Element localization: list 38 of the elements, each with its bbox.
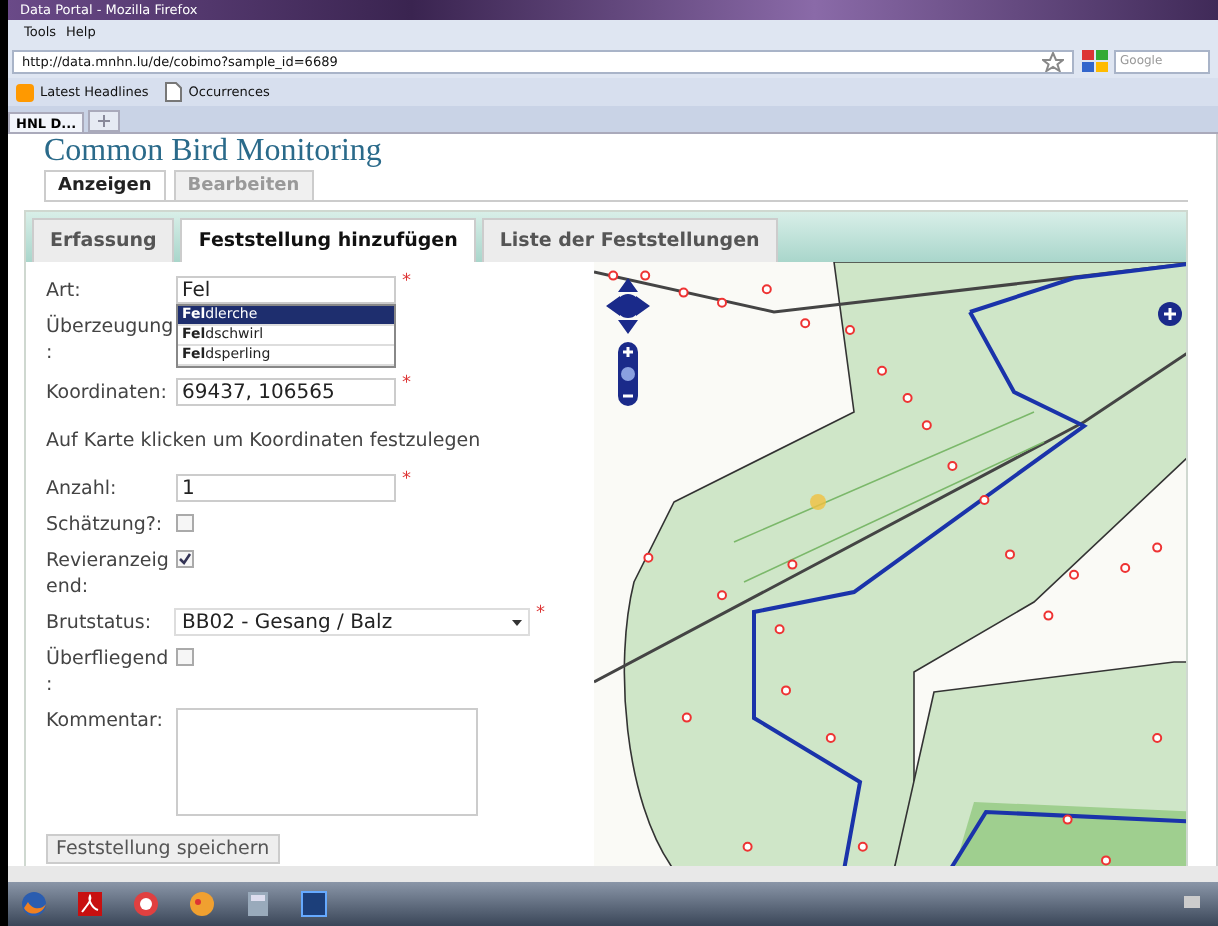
star-icon[interactable] <box>1042 51 1064 71</box>
required-mark: * <box>402 274 411 292</box>
field-label: Revieranzeigend: <box>46 548 171 600</box>
zoom-bar-icon[interactable] <box>618 342 638 406</box>
layer-switcher-icon[interactable] <box>1158 302 1182 326</box>
checkbox[interactable] <box>176 648 194 666</box>
required-mark: * <box>402 472 411 490</box>
tab[interactable]: Erfassung <box>32 218 175 262</box>
page-icon[interactable] <box>164 82 183 102</box>
field-label: Anzahl: <box>46 476 119 502</box>
checkbox[interactable] <box>176 514 194 532</box>
field-label: Brutstatus: <box>46 610 154 636</box>
calculator-icon[interactable] <box>244 890 272 918</box>
tab[interactable]: Anzeigen <box>44 170 166 200</box>
comment-field[interactable] <box>176 708 478 816</box>
tab[interactable]: Feststellung hinzufügen <box>180 218 476 262</box>
text-field[interactable]: 1 <box>176 474 396 502</box>
save-button[interactable]: Feststellung speichern <box>46 834 280 864</box>
required-mark: * <box>536 606 545 624</box>
tab[interactable]: Liste der Feststellungen <box>481 218 778 262</box>
page-heading: Common Bird Monitoring <box>44 134 382 168</box>
checkbox[interactable] <box>176 550 194 568</box>
instruction-text: Auf Karte klicken um Koordinaten festzulegen <box>46 428 481 456</box>
required-mark: * <box>402 376 411 394</box>
field-label: Schätzung?: <box>46 512 165 538</box>
map-drawing[interactable] <box>594 262 1186 866</box>
field-label: Überzeugung : <box>46 312 174 368</box>
field-label: Kommentar: <box>46 708 165 734</box>
new-tab-icon[interactable] <box>88 110 121 132</box>
google-logo-icon[interactable] <box>1082 50 1110 72</box>
text-field[interactable]: 69437, 106565 <box>176 378 396 406</box>
pan-arrows-icon[interactable] <box>606 278 650 334</box>
field-label: Art: <box>46 278 83 304</box>
dropdown[interactable]: BB02 - Gesang / Balz <box>174 608 530 636</box>
text-field[interactable]: Fel <box>176 276 396 304</box>
caret-icon[interactable] <box>512 619 522 625</box>
field-label: Überfliegend : <box>46 644 171 698</box>
field-label: Koordinaten: <box>46 380 169 406</box>
